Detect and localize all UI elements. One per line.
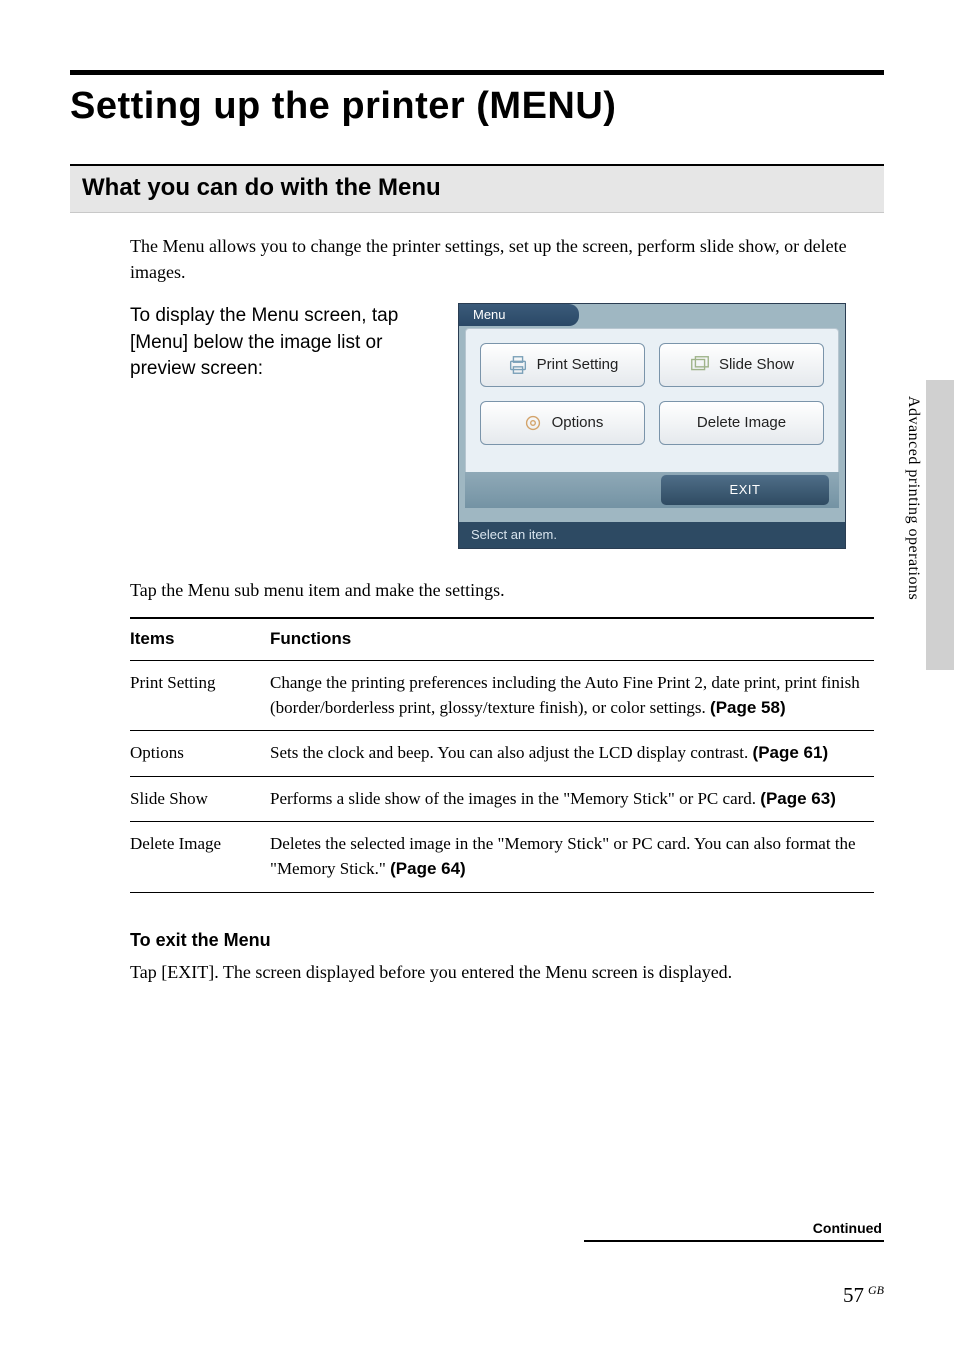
exit-button[interactable]: EXIT <box>661 475 829 505</box>
continued-bar: Continued <box>584 1220 884 1242</box>
sub-instruction: Tap the Menu sub menu item and make the … <box>130 577 874 603</box>
menu-tab-label: Menu <box>459 304 579 326</box>
table-row: Delete Image Deletes the selected image … <box>130 822 874 892</box>
item-cell: Slide Show <box>130 776 270 822</box>
exit-row: EXIT <box>465 472 839 508</box>
status-bar: Select an item. <box>459 522 845 548</box>
menu-screenshot: Menu Print Setting <box>458 303 846 549</box>
button-label: Print Setting <box>537 354 619 376</box>
table-row: Slide Show Performs a slide show of the … <box>130 776 874 822</box>
options-button[interactable]: Options <box>480 401 645 445</box>
button-label: Options <box>552 412 604 434</box>
exit-heading: To exit the Menu <box>130 927 874 953</box>
print-setting-button[interactable]: Print Setting <box>480 343 645 387</box>
col-header-items: Items <box>130 618 270 660</box>
slide-show-button[interactable]: Slide Show <box>659 343 824 387</box>
function-cell: Deletes the selected image in the "Memor… <box>270 822 874 892</box>
exit-body: Tap [EXIT]. The screen displayed before … <box>130 959 874 985</box>
menu-panel: Print Setting Slide Show O <box>465 328 839 486</box>
table-row: Print Setting Change the printing prefer… <box>130 660 874 730</box>
table-row: Options Sets the clock and beep. You can… <box>130 731 874 777</box>
continued-label: Continued <box>584 1220 884 1240</box>
function-cell: Performs a slide show of the images in t… <box>270 776 874 822</box>
item-cell: Delete Image <box>130 822 270 892</box>
top-rule <box>70 70 884 75</box>
page-number: 57GB <box>843 1283 884 1308</box>
printer-icon <box>507 354 529 376</box>
layers-icon <box>689 354 711 376</box>
function-cell: Change the printing preferences includin… <box>270 660 874 730</box>
item-cell: Options <box>130 731 270 777</box>
instruction-text: To display the Menu screen, tap [Menu] b… <box>130 303 430 549</box>
item-cell: Print Setting <box>130 660 270 730</box>
delete-image-button[interactable]: Delete Image <box>659 401 824 445</box>
button-label: Delete Image <box>697 412 786 434</box>
menu-items-table: Items Functions Print Setting Change the… <box>130 617 874 892</box>
col-header-functions: Functions <box>270 618 874 660</box>
intro-paragraph: The Menu allows you to change the printe… <box>130 233 874 285</box>
section-heading: What you can do with the Menu <box>70 164 884 213</box>
function-cell: Sets the clock and beep. You can also ad… <box>270 731 874 777</box>
page-title: Setting up the printer (MENU) <box>70 85 884 128</box>
button-label: Slide Show <box>719 354 794 376</box>
gear-icon <box>522 412 544 434</box>
